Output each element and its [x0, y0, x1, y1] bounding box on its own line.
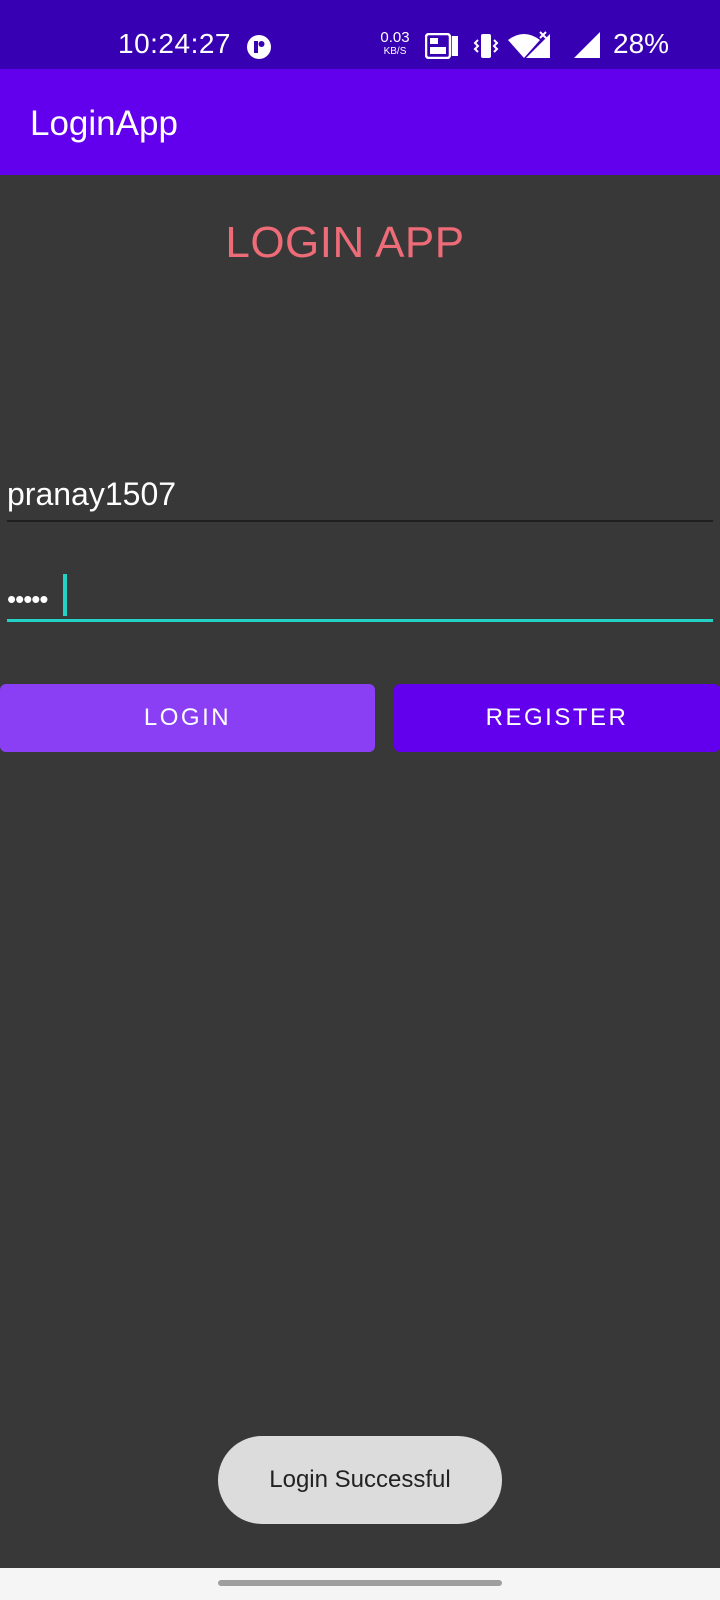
status-bar: 10:24:27 0.03 KB/S 28%	[0, 0, 720, 69]
vibrate-icon	[473, 32, 499, 60]
battery-percentage: 28%	[613, 28, 670, 59]
app-bar-title: LoginApp	[30, 104, 178, 143]
text-cursor	[63, 574, 67, 616]
login-screen: 10:24:27 0.03 KB/S 28% LoginApp LOGIN AP…	[0, 0, 720, 1600]
wifi-icon	[508, 30, 552, 60]
volte-lte-icon	[424, 32, 461, 60]
app-bar: LoginApp	[0, 69, 720, 175]
status-time: 10:24:27	[118, 28, 231, 59]
network-speed: 0.03 KB/S	[378, 30, 412, 57]
navigation-bar	[0, 1568, 720, 1600]
password-mask: •••••	[7, 584, 49, 614]
register-button[interactable]: REGISTER	[394, 684, 720, 752]
username-value: pranay1507	[7, 476, 177, 512]
password-field[interactable]: •••••	[7, 572, 713, 622]
page-title: LOGIN APP	[225, 218, 465, 267]
home-indicator[interactable]	[218, 1580, 502, 1586]
login-button[interactable]: LOGIN	[0, 684, 375, 752]
network-speed-value: 0.03	[380, 29, 410, 46]
network-speed-unit: KB/S	[383, 46, 407, 57]
app-notification-icon	[246, 34, 272, 60]
username-field[interactable]: pranay1507	[7, 468, 713, 522]
toast-message: Login Successful	[218, 1436, 502, 1524]
cellular-signal-icon	[574, 32, 600, 58]
